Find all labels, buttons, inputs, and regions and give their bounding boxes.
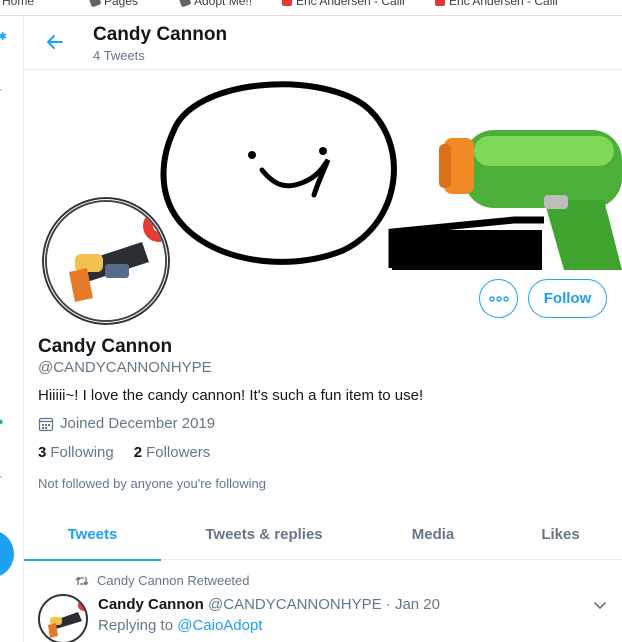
tweet-date[interactable]: Jan 20 <box>395 596 440 613</box>
tweet-separator: · <box>381 596 395 613</box>
tab-tweets-and-replies[interactable]: Tweets & replies <box>161 508 367 560</box>
tab-media[interactable]: Media <box>367 508 499 560</box>
profile-avatar[interactable] <box>38 193 174 329</box>
bookmark-item[interactable]: Pages <box>88 0 138 8</box>
bookmark-item[interactable]: Home <box>0 0 34 8</box>
tweet-header: Candy Cannon @CANDYCANNONHYPE · Jan 20 <box>98 596 440 613</box>
browser-bookmarks-bar: Home Pages Adopt Me!! Eric Andersen - Ca… <box>0 0 622 16</box>
bookmark-icon <box>88 0 102 8</box>
bookmark-item[interactable]: Eric Andersen - Calli <box>282 0 405 8</box>
bookmark-icon <box>178 0 192 8</box>
tweet-author-name[interactable]: Candy Cannon <box>98 596 204 613</box>
tab-tweets[interactable]: Tweets <box>24 508 161 561</box>
nav-icon[interactable]: · <box>0 84 3 96</box>
tweet-count: 4 Tweets <box>93 48 145 63</box>
calendar-icon <box>38 417 54 431</box>
tab-likes[interactable]: Likes <box>499 508 622 560</box>
tweet-menu-button[interactable] <box>590 596 610 616</box>
following-link[interactable]: 3 Following <box>38 444 114 461</box>
back-arrow-icon <box>47 35 63 49</box>
youtube-icon <box>282 0 292 6</box>
profile-bio: Hiiiii~! I love the candy cannon! It's s… <box>38 387 424 404</box>
avatar-image <box>45 200 167 322</box>
follow-button[interactable]: Follow <box>528 279 607 318</box>
nav-icon[interactable]: ✱ <box>0 30 7 43</box>
tweet-author-handle[interactable]: @CANDYCANNONHYPE <box>208 596 382 613</box>
bookmark-item[interactable]: Eric Andersen - Calli <box>435 0 558 8</box>
profile-handle: @CANDYCANNONHYPE <box>38 359 212 376</box>
youtube-icon <box>435 0 445 6</box>
nav-icon[interactable]: · <box>0 471 3 483</box>
follow-stats: 3 Following 2 Followers <box>38 444 210 461</box>
profile-name: Candy Cannon <box>38 336 173 357</box>
profile-header: Candy Cannon 4 Tweets <box>24 16 622 70</box>
retweet-context: Candy Cannon Retweeted <box>75 573 250 588</box>
back-button[interactable] <box>42 29 68 55</box>
left-sidebar: ✱ · ● · <box>0 16 24 642</box>
joined-date: Joined December 2019 <box>38 415 215 432</box>
mutual-followers-note: Not followed by anyone you're following <box>38 476 266 491</box>
chevron-down-icon <box>594 602 606 610</box>
bookmark-item[interactable]: Adopt Me!! <box>178 0 252 8</box>
profile-tabs: Tweets Tweets & replies Media Likes <box>24 508 622 561</box>
tweet-author-avatar[interactable] <box>38 594 88 642</box>
more-options-button[interactable] <box>479 279 518 318</box>
compose-tweet-button[interactable] <box>0 531 14 577</box>
reply-mention-link[interactable]: @CaioAdopt <box>177 617 262 634</box>
nav-icon[interactable]: ● <box>0 416 4 428</box>
twitter-profile-page: Home Pages Adopt Me!! Eric Andersen - Ca… <box>0 0 622 642</box>
tweet-reply-context: Replying to @CaioAdopt <box>98 617 263 634</box>
followers-link[interactable]: 2 Followers <box>134 444 211 461</box>
retweet-icon <box>75 575 89 586</box>
more-dots-icon <box>488 295 509 302</box>
page-title: Candy Cannon <box>93 24 228 45</box>
